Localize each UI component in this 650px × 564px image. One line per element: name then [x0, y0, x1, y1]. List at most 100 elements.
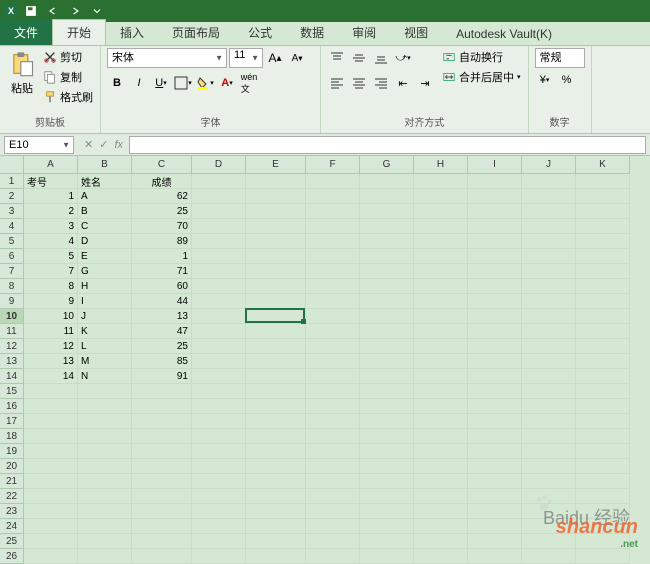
- cell-B12[interactable]: L: [78, 339, 132, 354]
- cell-F6[interactable]: [306, 249, 360, 264]
- font-size-select[interactable]: 11▼: [229, 48, 263, 68]
- cell-H22[interactable]: [414, 489, 468, 504]
- cell-K16[interactable]: [576, 399, 630, 414]
- cell-G8[interactable]: [360, 279, 414, 294]
- row-header-5[interactable]: 5: [0, 234, 24, 249]
- row-header-24[interactable]: 24: [0, 519, 24, 534]
- cell-K9[interactable]: [576, 294, 630, 309]
- cell-I10[interactable]: [468, 309, 522, 324]
- cell-I3[interactable]: [468, 204, 522, 219]
- cell-I11[interactable]: [468, 324, 522, 339]
- cell-H24[interactable]: [414, 519, 468, 534]
- cell-J17[interactable]: [522, 414, 576, 429]
- increase-font-button[interactable]: A▴: [265, 48, 285, 68]
- cell-F21[interactable]: [306, 474, 360, 489]
- cell-H5[interactable]: [414, 234, 468, 249]
- cell-E6[interactable]: [246, 249, 306, 264]
- cell-K26[interactable]: [576, 549, 630, 564]
- cell-G18[interactable]: [360, 429, 414, 444]
- cell-C1[interactable]: 成绩: [132, 174, 192, 189]
- cell-E22[interactable]: [246, 489, 306, 504]
- qat-customize[interactable]: [88, 2, 106, 20]
- cell-H12[interactable]: [414, 339, 468, 354]
- cell-A17[interactable]: [24, 414, 78, 429]
- cell-C16[interactable]: [132, 399, 192, 414]
- copy-button[interactable]: 复制: [42, 68, 94, 86]
- cell-C15[interactable]: [132, 384, 192, 399]
- cell-I17[interactable]: [468, 414, 522, 429]
- cell-J12[interactable]: [522, 339, 576, 354]
- cell-C7[interactable]: 71: [132, 264, 192, 279]
- cell-H25[interactable]: [414, 534, 468, 549]
- cell-A21[interactable]: [24, 474, 78, 489]
- cell-I19[interactable]: [468, 444, 522, 459]
- paste-button[interactable]: 粘贴: [6, 48, 38, 98]
- redo-button[interactable]: [66, 2, 84, 20]
- cell-G17[interactable]: [360, 414, 414, 429]
- cell-E12[interactable]: [246, 339, 306, 354]
- cell-A24[interactable]: [24, 519, 78, 534]
- cell-J19[interactable]: [522, 444, 576, 459]
- cell-E15[interactable]: [246, 384, 306, 399]
- tab-layout[interactable]: 页面布局: [158, 20, 234, 45]
- row-header-18[interactable]: 18: [0, 429, 24, 444]
- cell-F22[interactable]: [306, 489, 360, 504]
- col-header-A[interactable]: A: [24, 156, 78, 174]
- cell-K22[interactable]: [576, 489, 630, 504]
- cell-I24[interactable]: [468, 519, 522, 534]
- row-header-4[interactable]: 4: [0, 219, 24, 234]
- cell-C6[interactable]: 1: [132, 249, 192, 264]
- cell-F10[interactable]: [306, 309, 360, 324]
- row-header-14[interactable]: 14: [0, 369, 24, 384]
- cell-D20[interactable]: [192, 459, 246, 474]
- cell-I14[interactable]: [468, 369, 522, 384]
- cell-E25[interactable]: [246, 534, 306, 549]
- cell-F26[interactable]: [306, 549, 360, 564]
- cell-J2[interactable]: [522, 189, 576, 204]
- tab-data[interactable]: 数据: [286, 20, 338, 45]
- cell-H15[interactable]: [414, 384, 468, 399]
- col-header-I[interactable]: I: [468, 156, 522, 174]
- cell-K5[interactable]: [576, 234, 630, 249]
- cell-C11[interactable]: 47: [132, 324, 192, 339]
- tab-insert[interactable]: 插入: [106, 20, 158, 45]
- cell-I23[interactable]: [468, 504, 522, 519]
- formula-bar[interactable]: [129, 136, 646, 154]
- cell-E24[interactable]: [246, 519, 306, 534]
- cell-E21[interactable]: [246, 474, 306, 489]
- cell-I21[interactable]: [468, 474, 522, 489]
- cell-F15[interactable]: [306, 384, 360, 399]
- cell-H3[interactable]: [414, 204, 468, 219]
- cell-A19[interactable]: [24, 444, 78, 459]
- cell-D8[interactable]: [192, 279, 246, 294]
- cell-A5[interactable]: 4: [24, 234, 78, 249]
- fill-color-button[interactable]: ▾: [195, 73, 215, 93]
- cell-I22[interactable]: [468, 489, 522, 504]
- cell-I25[interactable]: [468, 534, 522, 549]
- cell-G5[interactable]: [360, 234, 414, 249]
- cell-J21[interactable]: [522, 474, 576, 489]
- decrease-indent-button[interactable]: ⇤: [393, 73, 413, 93]
- align-center-button[interactable]: [349, 73, 369, 93]
- cell-A4[interactable]: 3: [24, 219, 78, 234]
- row-header-9[interactable]: 9: [0, 294, 24, 309]
- cell-H14[interactable]: [414, 369, 468, 384]
- cell-G21[interactable]: [360, 474, 414, 489]
- cell-C23[interactable]: [132, 504, 192, 519]
- cell-D3[interactable]: [192, 204, 246, 219]
- cell-B14[interactable]: N: [78, 369, 132, 384]
- cell-F12[interactable]: [306, 339, 360, 354]
- cell-E10[interactable]: [246, 309, 306, 324]
- cell-D21[interactable]: [192, 474, 246, 489]
- col-header-C[interactable]: C: [132, 156, 192, 174]
- row-header-20[interactable]: 20: [0, 459, 24, 474]
- row-header-6[interactable]: 6: [0, 249, 24, 264]
- cell-B7[interactable]: G: [78, 264, 132, 279]
- col-header-F[interactable]: F: [306, 156, 360, 174]
- cell-E7[interactable]: [246, 264, 306, 279]
- align-middle-button[interactable]: [349, 48, 369, 68]
- row-header-10[interactable]: 10: [0, 309, 24, 324]
- align-top-button[interactable]: [327, 48, 347, 68]
- cell-B20[interactable]: [78, 459, 132, 474]
- cell-C19[interactable]: [132, 444, 192, 459]
